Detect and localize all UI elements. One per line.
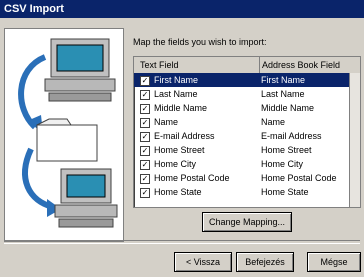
header-address-book-field[interactable]: Address Book Field — [259, 57, 360, 73]
computer-folder-icon — [18, 38, 118, 228]
checkbox[interactable]: ✓ — [140, 132, 150, 142]
list-item[interactable]: ✓ First Name First Name — [134, 73, 360, 87]
checkbox[interactable]: ✓ — [140, 188, 150, 198]
header-text-field[interactable]: Text Field — [140, 57, 250, 73]
list-item[interactable]: ✓ Last Name Last Name — [134, 87, 360, 101]
separator — [4, 240, 360, 244]
finish-button[interactable]: Befejezés — [236, 252, 294, 272]
change-mapping-button[interactable]: Change Mapping... — [202, 212, 292, 232]
list-item[interactable]: ✓ Home State Home State — [134, 185, 360, 199]
list-item[interactable]: ✓ E-mail Address E-mail Address — [134, 129, 360, 143]
list-item[interactable]: ✓ Home Street Home Street — [134, 143, 360, 157]
checkbox[interactable]: ✓ — [140, 160, 150, 170]
import-illustration — [4, 28, 124, 242]
checkbox[interactable]: ✓ — [140, 174, 150, 184]
title-bar: CSV Import — [0, 0, 364, 18]
checkbox[interactable]: ✓ — [140, 104, 150, 114]
checkbox[interactable]: ✓ — [140, 76, 150, 86]
cancel-button[interactable]: Mégse — [307, 252, 361, 272]
csv-import-dialog: CSV Import Map the fields you wish to im… — [0, 0, 364, 277]
list-item[interactable]: ✓ Home Postal Code Home Postal Code — [134, 171, 360, 185]
field-mapping-list[interactable]: Text Field Address Book Field ✓ First Na… — [133, 56, 361, 208]
list-header: Text Field Address Book Field — [134, 57, 360, 74]
instructions-label: Map the fields you wish to import: — [133, 37, 267, 47]
checkbox[interactable]: ✓ — [140, 90, 150, 100]
window-title: CSV Import — [4, 3, 64, 15]
list-item[interactable]: ✓ Name Name — [134, 115, 360, 129]
list-item[interactable]: ✓ Home City Home City — [134, 157, 360, 171]
vertical-scrollbar[interactable] — [349, 73, 360, 207]
list-item[interactable]: ✓ Middle Name Middle Name — [134, 101, 360, 115]
back-button[interactable]: < Vissza — [174, 252, 232, 272]
checkbox[interactable]: ✓ — [140, 146, 150, 156]
checkbox[interactable]: ✓ — [140, 118, 150, 128]
